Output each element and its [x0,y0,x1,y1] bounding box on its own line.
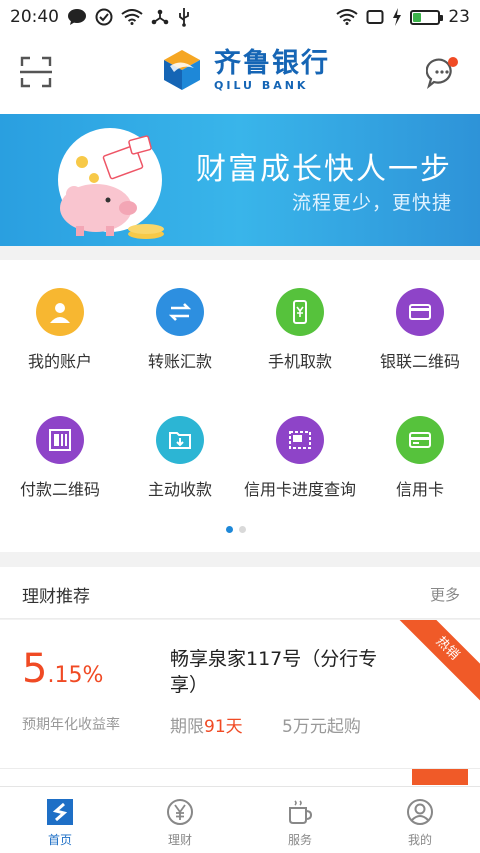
status-time: 20:40 [10,7,59,27]
profile-icon [405,797,435,827]
finance-product-card[interactable]: 5.15% 预期年化收益率 畅享泉家117号（分行专享） 期限91天 5万元起购… [0,620,480,768]
message-icon [425,57,458,90]
term-value: 91天 [204,717,243,737]
product-term: 期限91天 [170,712,243,737]
service-transfer[interactable]: 转账汇款 [120,288,240,388]
tab-label: 服务 [287,833,312,847]
rate-label: 预期年化收益率 [22,717,120,733]
yen-icon [165,797,195,827]
credit-card-icon [396,416,444,464]
page-dot-active[interactable] [226,526,233,533]
wifi-hotspot-icon [121,9,143,25]
unread-badge [448,57,458,67]
mobile-withdraw-icon [276,288,324,336]
battery-level-fill [413,12,421,22]
service-label: 我的账户 [27,352,92,371]
promo-banner[interactable]: 财富成长快人一步 流程更少，更快捷 [0,114,480,246]
tab-finance[interactable]: 理财 [120,787,240,853]
wifi-icon [336,9,358,25]
tab-label: 我的 [407,833,432,847]
service-collect[interactable]: 主动收款 [120,416,240,516]
finance-more-link[interactable]: 更多 [430,584,460,605]
hot-sale-badge: 热销 [391,620,480,705]
chat-notification-icon [67,8,87,26]
bank-logo: 齐鲁银行 QILU BANK [160,48,330,92]
tab-label: 首页 [47,833,72,847]
service-label: 信用卡进度查询 [243,480,356,499]
battery-icon [410,9,444,25]
service-unionpay-qr[interactable]: 银联二维码 [360,288,480,388]
service-label: 付款二维码 [19,480,100,499]
app-header: 齐鲁银行 QILU BANK [0,34,480,114]
service-my-account[interactable]: 我的账户 [0,288,120,388]
finance-section-title: 理财推荐 [22,587,90,607]
product-min-amount: 5万元起购 [282,717,361,737]
service-label: 转账汇款 [147,352,212,371]
pay-qr-icon [36,416,84,464]
charging-icon [392,8,402,26]
credit-progress-icon [276,416,324,464]
services-grid: 我的账户 转账汇款 手机取款 银联二维码 付款二维码 主动收款 信用卡进度查询 … [0,260,480,552]
service-label: 信用卡 [395,480,444,499]
bank-name-en: QILU BANK [214,78,309,92]
tab-label: 理财 [167,833,192,847]
home-icon [45,797,75,827]
banner-title: 财富成长快人一步 [196,152,452,187]
service-label: 主动收款 [147,480,212,499]
status-bar: 20:40 23 [0,0,480,34]
unionpay-qr-icon [396,288,444,336]
tab-mine[interactable]: 我的 [360,787,480,853]
share-icon [151,8,169,26]
tab-service[interactable]: 服务 [240,787,360,853]
account-icon [36,288,84,336]
hot-sale-badge-partial [412,769,468,785]
message-button[interactable] [425,56,460,90]
service-pay-qr[interactable]: 付款二维码 [0,416,120,516]
service-credit-card[interactable]: 信用卡 [360,416,480,516]
product-name: 畅享泉家117号（分行专享） [170,648,378,696]
service-cup-icon [285,797,315,827]
usb-icon [177,7,191,27]
bottom-tab-bar: 首页 理财 服务 我的 [0,786,480,853]
banner-subtitle: 流程更少，更快捷 [291,192,452,214]
sim-icon [366,9,384,25]
term-prefix: 期限 [170,717,204,737]
service-credit-progress[interactable]: 信用卡进度查询 [240,416,360,516]
piggy-bank-icon [60,135,164,239]
service-label: 手机取款 [267,352,332,371]
bank-name-cn: 齐鲁银行 [214,47,330,79]
service-mobile-withdraw[interactable]: 手机取款 [240,288,360,388]
collect-icon [156,416,204,464]
page-dot[interactable] [239,526,246,533]
page-indicator [226,526,246,533]
scan-icon [20,56,52,88]
finance-section-header: 理财推荐 更多 [0,567,480,619]
service-label: 银联二维码 [379,352,460,371]
battery-percent: 23 [448,7,470,27]
check-circle-icon [95,8,113,26]
product-rate: 5.15% [22,646,103,692]
transfer-icon [156,288,204,336]
rate-integer: 5 [22,646,48,692]
tab-home[interactable]: 首页 [0,787,120,853]
rate-decimal: .15% [47,663,104,688]
qilu-logo-icon [164,50,200,90]
scan-button[interactable] [20,56,52,88]
